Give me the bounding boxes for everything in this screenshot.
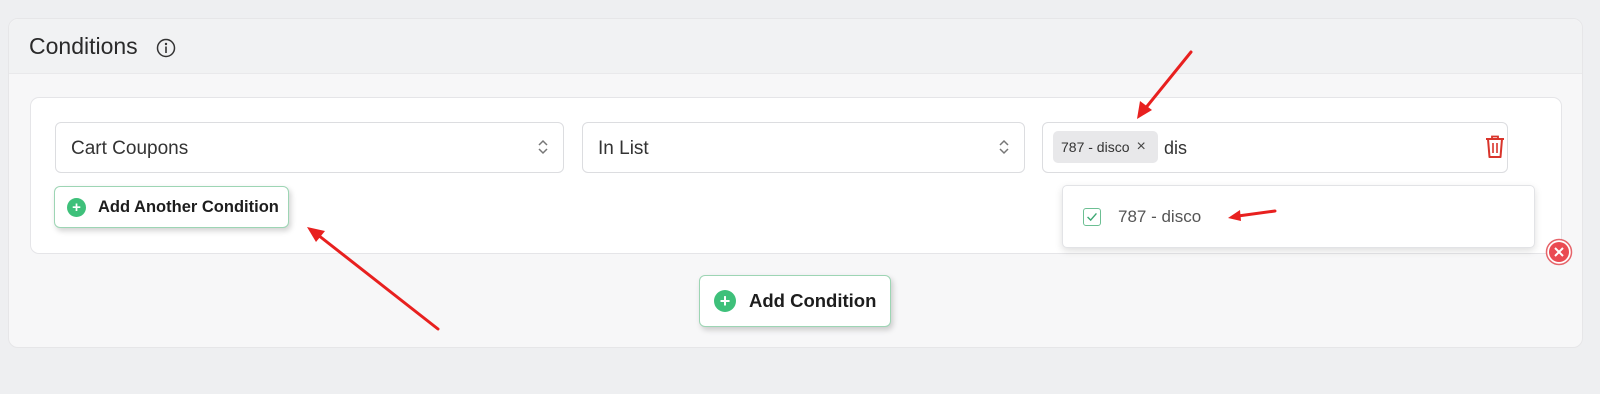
field-select[interactable]: Cart Coupons [55,122,564,173]
values-dropdown: 787 - disco [1062,185,1535,248]
chip-remove-icon[interactable]: × [1136,139,1145,155]
info-icon[interactable] [156,38,176,58]
chip-label: 787 - disco [1061,139,1130,155]
add-another-condition-label: Add Another Condition [98,197,279,216]
plus-circle-icon: + [714,290,736,312]
plus-circle-icon: + [67,197,86,217]
field-select-value: Cart Coupons [71,138,189,159]
panel-title: Conditions [29,33,138,59]
checkbox-checked-icon[interactable] [1083,208,1101,226]
add-condition-label: Add Condition [749,290,877,311]
chevron-updown-icon [538,139,548,155]
operator-select-value: In List [598,138,649,159]
add-condition-button[interactable]: + Add Condition [699,275,891,327]
close-circle-icon[interactable] [1545,238,1573,266]
operator-select[interactable]: In List [582,122,1025,173]
chevron-updown-icon [999,139,1009,155]
add-another-condition-button[interactable]: + Add Another Condition [54,186,289,228]
trash-icon[interactable] [1484,134,1506,159]
values-search-input[interactable]: dis [1164,138,1187,159]
selected-value-chip: 787 - disco × [1053,131,1158,163]
panel-header: Conditions [9,19,1582,74]
dropdown-option-label: 787 - disco [1118,207,1202,226]
values-multiselect[interactable]: 787 - disco × dis [1042,122,1508,173]
